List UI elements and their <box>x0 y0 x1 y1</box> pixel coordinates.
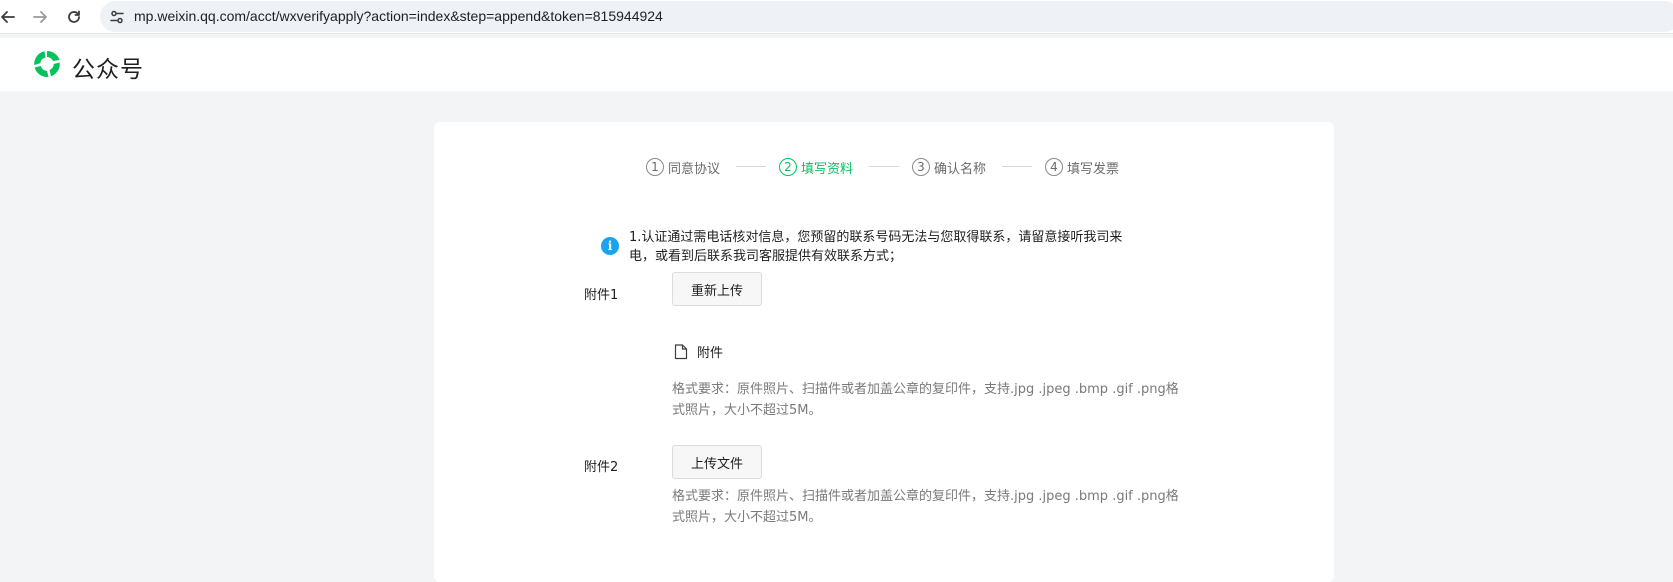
upload-file-button[interactable]: 上传文件 <box>672 445 762 479</box>
step-number: 2 <box>779 158 797 176</box>
reupload-button[interactable]: 重新上传 <box>672 272 762 306</box>
step-label: 同意协议 <box>668 161 721 177</box>
step-confirm-name: 3 确认名称 <box>912 157 986 177</box>
step-agree-protocol: 1 同意协议 <box>646 157 720 177</box>
format-hint-attachment2: 格式要求：原件照片、扫描件或者加盖公章的复印件，支持.jpg .jpeg .bm… <box>672 489 1179 525</box>
back-arrow-icon[interactable] <box>0 5 20 29</box>
step-divider <box>736 166 766 167</box>
step-fill-invoice: 4 填写发票 <box>1045 157 1119 177</box>
reload-icon[interactable] <box>62 5 86 29</box>
step-label: 填写发票 <box>1067 161 1120 177</box>
step-number: 3 <box>912 158 930 176</box>
uploaded-file-item[interactable]: 附件 <box>674 342 723 361</box>
attachment1-label: 附件1 <box>584 288 619 303</box>
info-icon: i <box>601 237 619 255</box>
step-divider <box>1002 166 1032 167</box>
step-divider <box>869 166 899 167</box>
file-name[interactable]: 附件 <box>697 342 723 361</box>
forward-arrow-icon[interactable] <box>28 5 52 29</box>
site-settings-icon[interactable] <box>108 8 126 26</box>
notice-text: 1.认证通过需电话核对信息，您预留的联系号码无法与您取得联系，请留意接听我司来电… <box>629 230 1123 264</box>
address-bar[interactable]: mp.weixin.qq.com/acct/wxverifyapply?acti… <box>100 1 1673 32</box>
step-label: 填写资料 <box>801 161 854 177</box>
step-number: 4 <box>1045 158 1063 176</box>
step-label: 确认名称 <box>934 161 987 177</box>
step-number: 1 <box>646 158 664 176</box>
attachment2-label: 附件2 <box>584 460 619 475</box>
wechat-official-account-logo-icon[interactable] <box>31 48 63 80</box>
file-icon <box>674 343 688 359</box>
browser-toolbar: mp.weixin.qq.com/acct/wxverifyapply?acti… <box>0 0 1673 34</box>
step-fill-info: 2 填写资料 <box>779 157 853 177</box>
format-hint-attachment1: 格式要求：原件照片、扫描件或者加盖公章的复印件，支持.jpg .jpeg .bm… <box>672 382 1179 418</box>
logo-text[interactable]: 公众号 <box>72 50 144 84</box>
url-text[interactable]: mp.weixin.qq.com/acct/wxverifyapply?acti… <box>134 8 663 24</box>
site-header: 公众号 <box>0 38 1673 91</box>
main-card: 1 同意协议 2 填写资料 3 确认名称 4 填写发票 i 1.认证通过需电话核… <box>434 122 1334 582</box>
